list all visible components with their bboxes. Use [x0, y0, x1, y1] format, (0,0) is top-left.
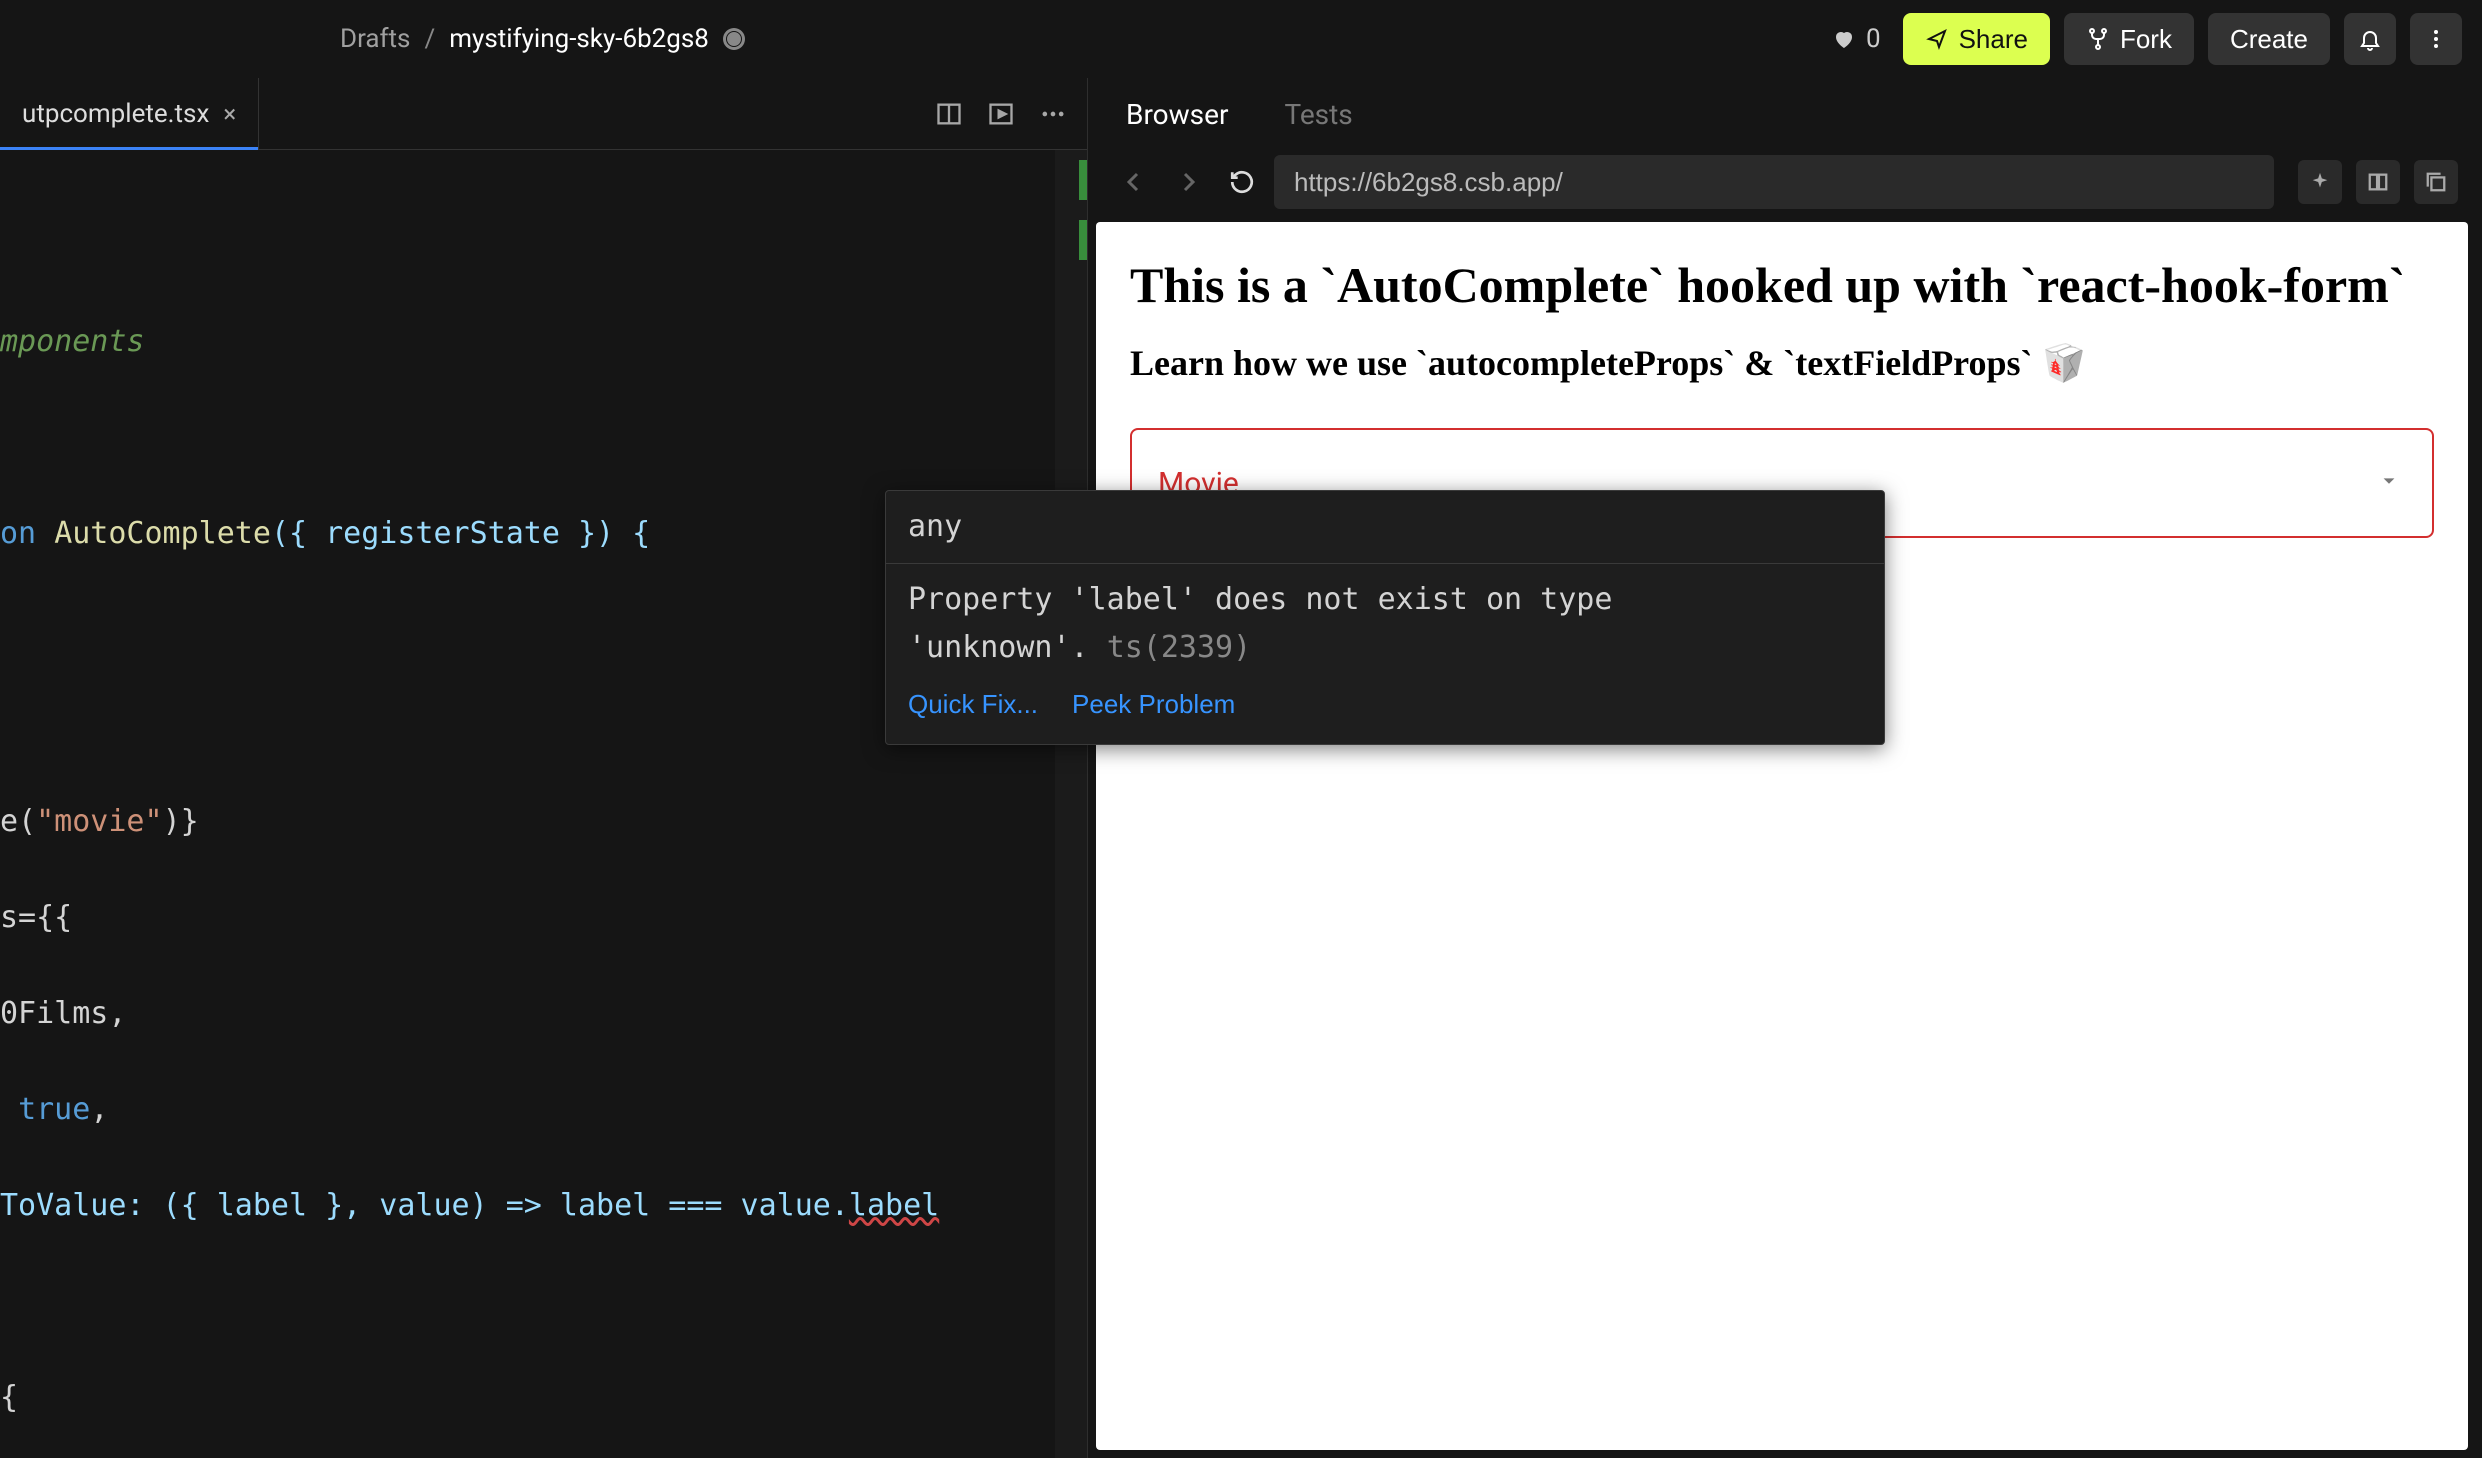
code: {	[0, 1380, 18, 1415]
share-button[interactable]: Share	[1903, 13, 2050, 65]
preview-heading: This is a `AutoComplete` hooked up with …	[1130, 256, 2434, 314]
hover-msg-line1: Property 'label' does not exist on type	[908, 582, 1612, 617]
popout-icon	[2425, 171, 2447, 193]
code: 0Films,	[0, 996, 126, 1031]
more-menu-button[interactable]	[2410, 13, 2462, 65]
code	[0, 1092, 18, 1127]
minimap-change-marker	[1079, 220, 1087, 260]
fork-button[interactable]: Fork	[2064, 13, 2194, 65]
breadcrumb: Drafts / mystifying-sky-6b2gs8	[340, 24, 745, 54]
nav-reload-button[interactable]	[1220, 160, 1264, 204]
code: s={{	[0, 900, 72, 935]
code-bool: true	[18, 1092, 90, 1127]
app-header: Drafts / mystifying-sky-6b2gs8 0 Share F…	[0, 0, 2482, 78]
nav-back-button[interactable]	[1112, 160, 1156, 204]
globe-icon[interactable]	[723, 28, 745, 50]
chevron-right-icon	[1176, 170, 1200, 194]
editor-tab[interactable]: utpcomplete.tsx ×	[0, 78, 259, 149]
popout-button[interactable]	[2414, 160, 2458, 204]
create-button[interactable]: Create	[2208, 13, 2330, 65]
code-comment: mponents	[0, 324, 145, 359]
tab-filename: utpcomplete.tsx	[22, 99, 209, 129]
code: ,	[90, 1092, 108, 1127]
code: )}	[163, 804, 199, 839]
new-window-button[interactable]	[2356, 160, 2400, 204]
code: ToValue: ({ label }, value) => label ===…	[0, 1188, 849, 1223]
code-error-underline: label	[849, 1188, 939, 1223]
code-editor[interactable]: mponents on AutoComplete({ registerState…	[0, 150, 1087, 1458]
preview-frame: This is a `AutoComplete` hooked up with …	[1096, 222, 2468, 1450]
hover-signature: any	[886, 491, 1884, 564]
panels-icon	[2367, 171, 2389, 193]
share-icon	[1925, 27, 1949, 51]
notifications-button[interactable]	[2344, 13, 2396, 65]
minimap[interactable]	[1055, 150, 1087, 1458]
chevron-down-icon[interactable]	[2376, 468, 2402, 499]
heart-icon	[1832, 27, 1856, 51]
share-label: Share	[1959, 24, 2028, 55]
preview-subheading: Learn how we use `autocompleteProps` & `…	[1130, 342, 2434, 384]
likes[interactable]: 0	[1832, 24, 1881, 54]
likes-count: 0	[1866, 24, 1881, 54]
code-fn: AutoComplete	[54, 516, 271, 551]
breadcrumb-separator: /	[424, 24, 435, 54]
close-icon[interactable]: ×	[223, 100, 236, 128]
create-label: Create	[2230, 24, 2308, 55]
more-actions-icon[interactable]	[1039, 100, 1067, 128]
minimap-change-marker	[1079, 160, 1087, 200]
breadcrumb-project[interactable]: mystifying-sky-6b2gs8	[449, 24, 709, 54]
tab-browser[interactable]: Browser	[1126, 98, 1228, 131]
hover-tscode: ts(2339)	[1107, 630, 1252, 665]
hover-actions: Quick Fix... Peek Problem	[886, 676, 1884, 744]
tab-tests[interactable]: Tests	[1284, 98, 1352, 131]
browser-toolbar	[1088, 150, 2482, 214]
fork-icon	[2086, 27, 2110, 51]
code-keyword: on	[0, 516, 54, 551]
preview-icon[interactable]	[987, 100, 1015, 128]
breadcrumb-root[interactable]: Drafts	[340, 24, 410, 54]
hover-diagnostic-popup: any Property 'label' does not exist on t…	[885, 490, 1885, 745]
sparkle-icon	[2309, 171, 2331, 193]
split-editor-icon[interactable]	[935, 100, 963, 128]
editor-tab-bar: utpcomplete.tsx ×	[0, 78, 1087, 150]
code-args: ({ registerState }) {	[271, 516, 650, 551]
browser-right-icons	[2298, 160, 2458, 204]
right-tab-bar: Browser Tests	[1088, 78, 2482, 150]
preview-pane: Browser Tests This is a `AutoComplete` h…	[1087, 78, 2482, 1458]
header-actions: 0 Share Fork Create	[1832, 13, 2462, 65]
quick-fix-link[interactable]: Quick Fix...	[908, 680, 1038, 728]
tab-bar-spacer	[259, 78, 935, 149]
hover-msg-line2: 'unknown'.	[908, 630, 1089, 665]
dots-vertical-icon	[2424, 27, 2448, 51]
editor-pane: utpcomplete.tsx × mponents on AutoComple…	[0, 78, 1087, 1458]
nav-forward-button[interactable]	[1166, 160, 1210, 204]
chevron-left-icon	[1122, 170, 1146, 194]
bell-icon	[2358, 27, 2382, 51]
code: e(	[0, 804, 36, 839]
fork-label: Fork	[2120, 24, 2172, 55]
peek-problem-link[interactable]: Peek Problem	[1072, 680, 1235, 728]
tab-action-icons	[935, 78, 1087, 149]
hover-message: Property 'label' does not exist on type …	[886, 564, 1884, 676]
address-bar[interactable]	[1274, 155, 2274, 209]
reload-icon	[1229, 169, 1255, 195]
code-string: "movie"	[36, 804, 162, 839]
devtools-button[interactable]	[2298, 160, 2342, 204]
